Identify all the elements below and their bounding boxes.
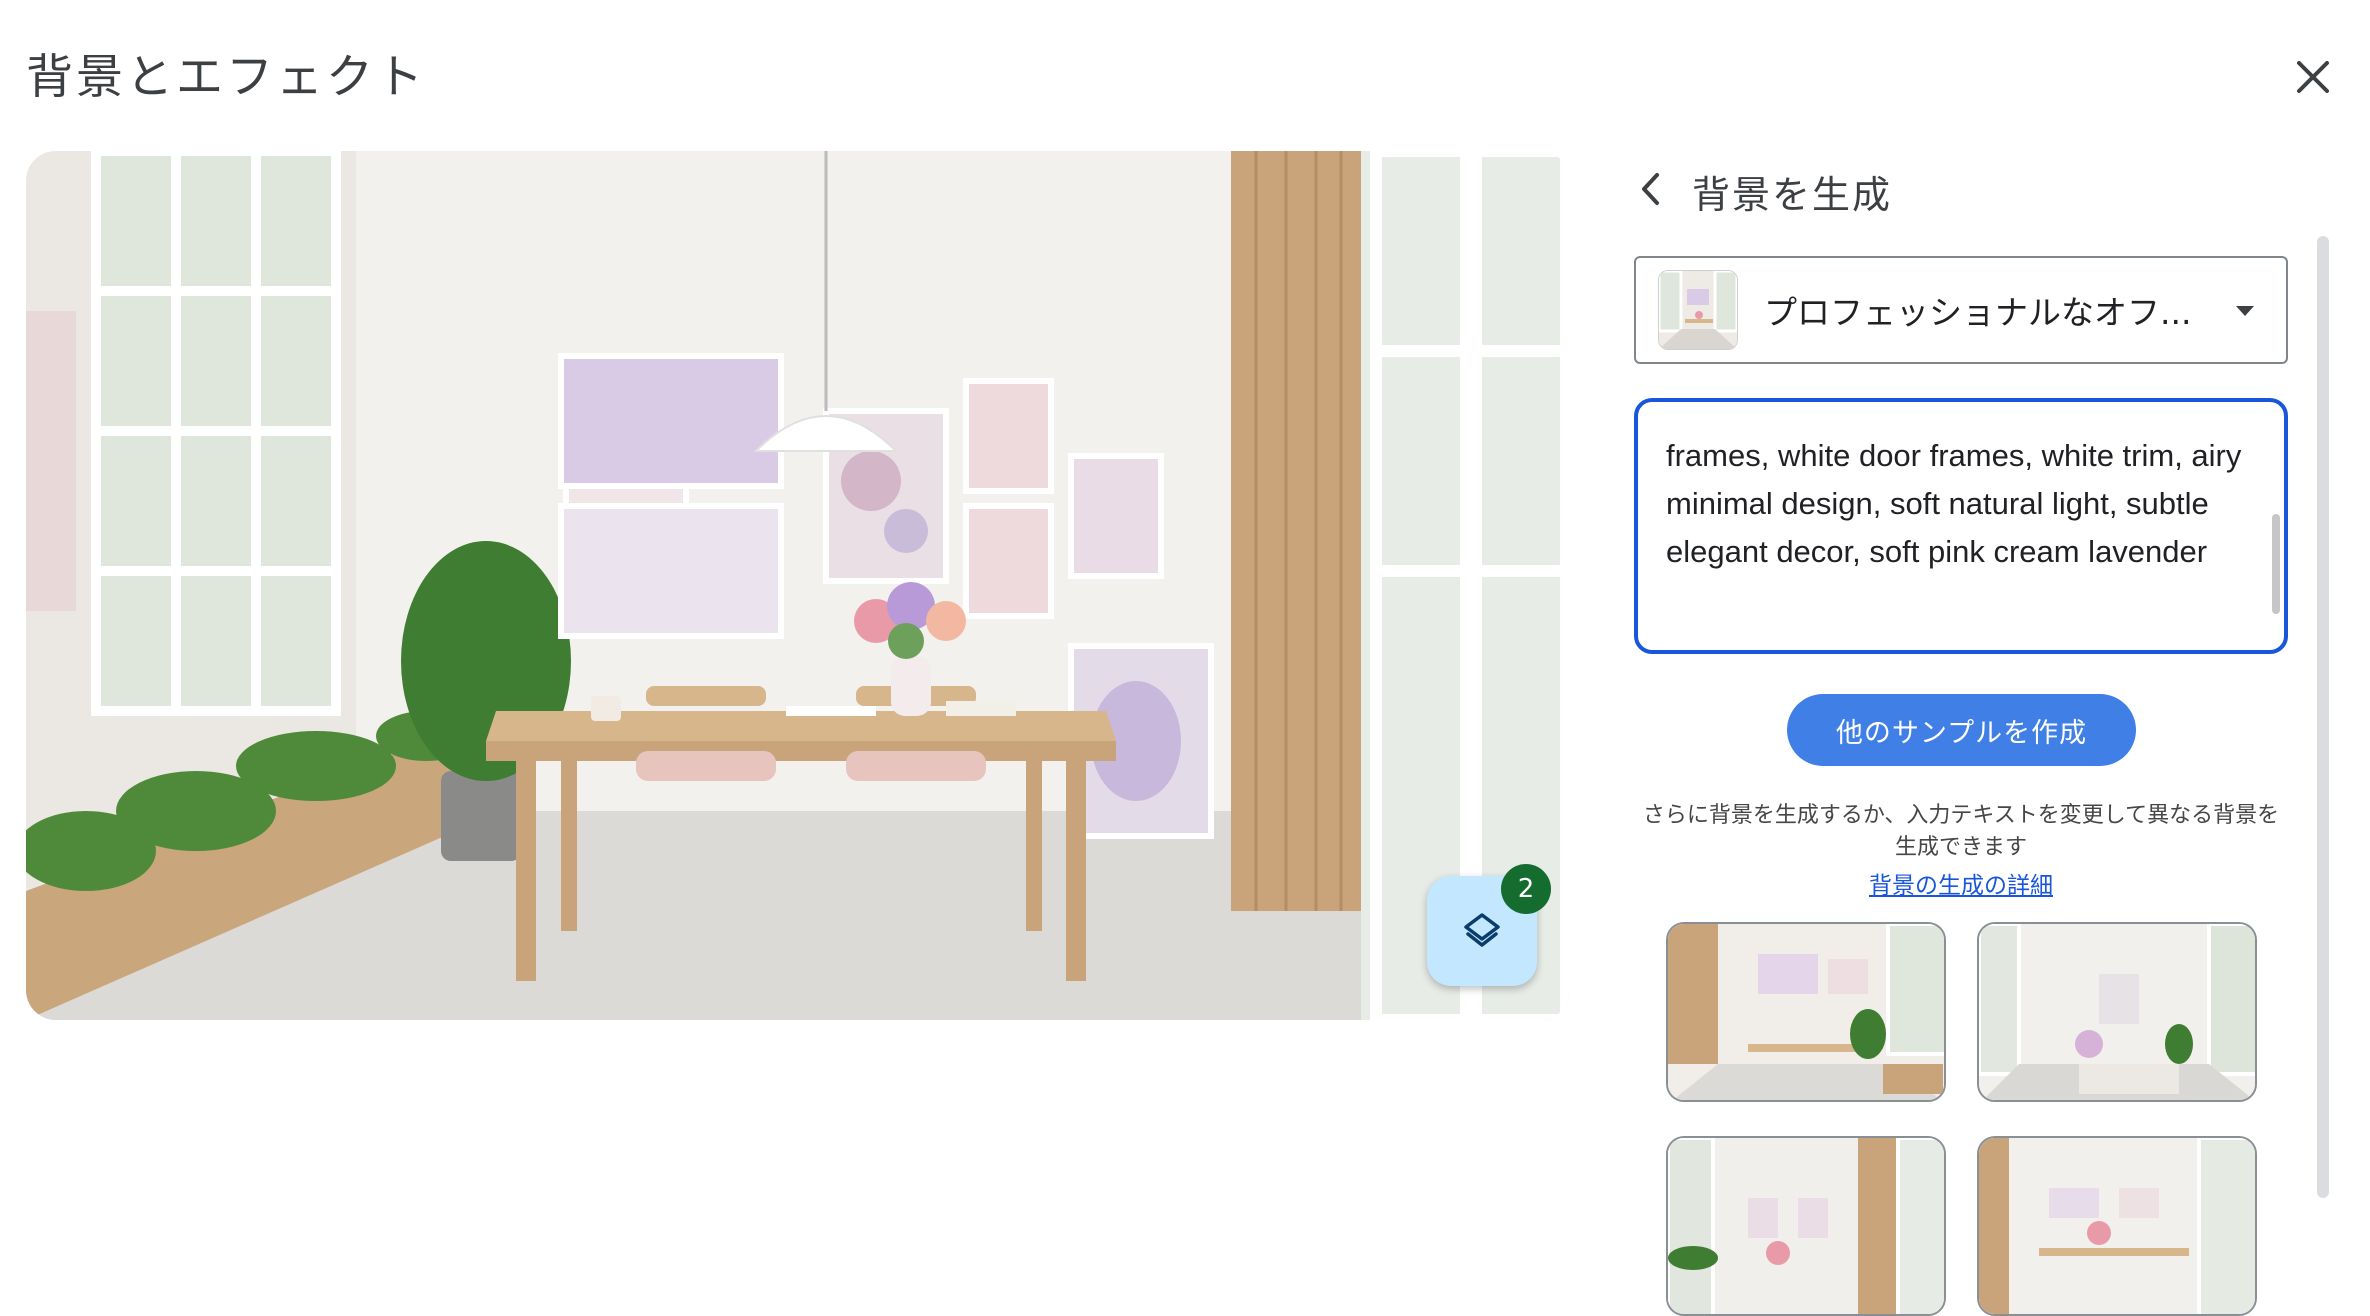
close-button[interactable] bbox=[2280, 44, 2346, 110]
style-select-value: プロフェッショナルなオフ... bbox=[1764, 293, 2192, 332]
panel-title: 背景を生成 bbox=[1692, 173, 1893, 217]
sample-thumbnail-4[interactable] bbox=[1977, 1136, 2257, 1316]
create-more-samples-button[interactable]: 他のサンプルを作成 bbox=[1787, 694, 2136, 766]
close-icon bbox=[2297, 61, 2329, 93]
prompt-textarea[interactable]: frames, white door frames, white trim, a… bbox=[1634, 398, 2288, 654]
prompt-scrollbar[interactable] bbox=[2272, 514, 2280, 614]
chevron-left-icon bbox=[1642, 173, 1659, 205]
layers-icon bbox=[1464, 913, 1500, 947]
hint-text: さらに背景を生成するか、入力テキストを変更して異なる背景を生成できます bbox=[1642, 803, 2280, 860]
background-style-select[interactable]: プロフェッショナルなオフ... bbox=[1634, 256, 2288, 364]
panel-scrollbar[interactable] bbox=[2317, 236, 2329, 1198]
learn-more-link[interactable]: 背景の生成の詳細 bbox=[1634, 866, 2288, 900]
back-button[interactable] bbox=[1626, 165, 1674, 213]
sample-thumbnail-1[interactable] bbox=[1666, 922, 1946, 1102]
style-thumbnail bbox=[1658, 270, 1738, 350]
dropdown-arrow-icon bbox=[2236, 306, 2254, 316]
dialog-title: 背景とエフェクト bbox=[26, 50, 426, 105]
sample-thumbnail-3[interactable] bbox=[1666, 1136, 1946, 1316]
sample-thumbnail-2[interactable] bbox=[1977, 922, 2257, 1102]
background-preview-image bbox=[26, 151, 1570, 1020]
layers-count-badge: 2 bbox=[1501, 864, 1551, 914]
